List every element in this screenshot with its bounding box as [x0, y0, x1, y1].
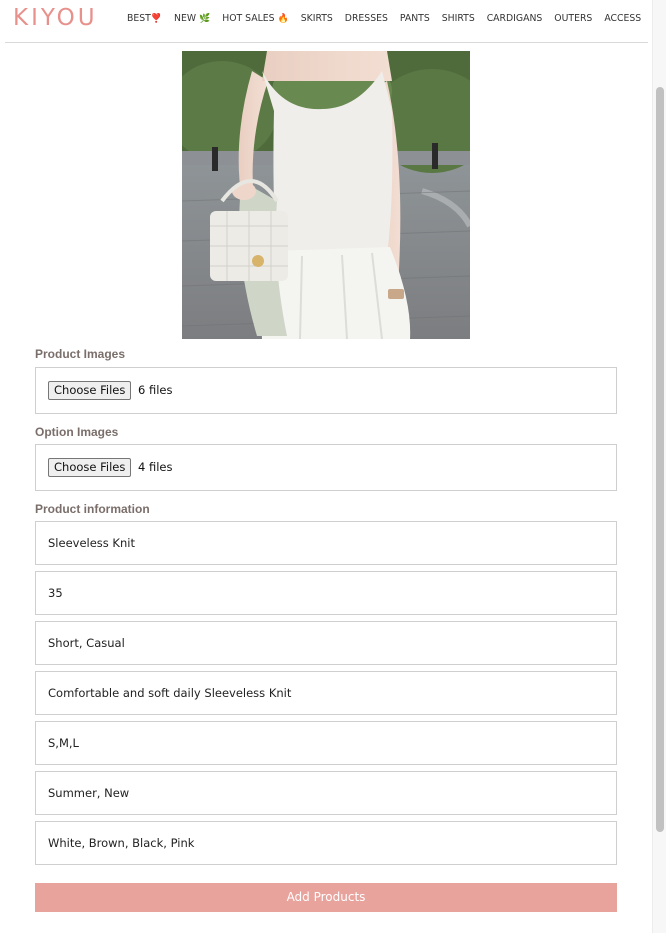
nav-item-dresses[interactable]: DRESSES [345, 13, 388, 24]
site-header: KIYOU BEST❣️ NEW 🌿 HOT SALES 🔥 SKIRTS DR… [0, 0, 652, 42]
herb-icon: 🌿 [199, 14, 211, 24]
product-images-choose-button[interactable]: Choose Files [48, 381, 132, 400]
product-colors-value: White, Brown, Black, Pink [48, 836, 195, 850]
product-price-field[interactable]: 35 [35, 571, 617, 615]
nav-item-hot-sales[interactable]: HOT SALES 🔥 [222, 13, 289, 24]
product-information-label: Product information [35, 502, 150, 516]
option-images-choose-button[interactable]: Choose Files [48, 458, 132, 477]
product-photo-image [182, 51, 470, 339]
product-colors-field[interactable]: White, Brown, Black, Pink [35, 821, 617, 865]
product-sizes-value: S,M,L [48, 736, 79, 750]
header-divider [5, 42, 648, 43]
product-images-label: Product Images [35, 347, 126, 361]
product-tags-value: Short, Casual [48, 636, 125, 650]
nav-item-shirts[interactable]: SHIRTS [442, 13, 475, 24]
product-name-field[interactable]: Sleeveless Knit [35, 521, 617, 565]
product-tags-field[interactable]: Short, Casual [35, 621, 617, 665]
nav-item-best[interactable]: BEST❣️ [127, 13, 162, 24]
product-photo [182, 51, 470, 339]
nav-item-outers[interactable]: OUTERS [554, 13, 592, 24]
option-images-label: Option Images [35, 425, 119, 439]
product-sizes-field[interactable]: S,M,L [35, 721, 617, 765]
nav-item-new[interactable]: NEW 🌿 [174, 13, 210, 24]
product-name-value: Sleeveless Knit [48, 536, 135, 550]
main-nav: BEST❣️ NEW 🌿 HOT SALES 🔥 SKIRTS DRESSES … [127, 13, 641, 27]
heart-exclamation-icon: ❣️ [150, 14, 163, 24]
product-categories-field[interactable]: Summer, New [35, 771, 617, 815]
add-products-button[interactable]: Add Products [35, 883, 617, 912]
nav-item-accessories[interactable]: ACCESSORIES [604, 13, 641, 24]
product-categories-value: Summer, New [48, 786, 130, 800]
nav-item-cardigans[interactable]: CARDIGANS [487, 13, 543, 24]
product-images-file-count: 6 files [138, 383, 173, 397]
product-price-value: 35 [48, 586, 63, 600]
product-description-field[interactable]: Comfortable and soft daily Sleeveless Kn… [35, 671, 617, 715]
fire-icon: 🔥 [277, 14, 289, 24]
product-images-file-input[interactable]: Choose Files 6 files [35, 367, 617, 414]
page-scrollbar-thumb[interactable] [656, 87, 664, 832]
option-images-file-input[interactable]: Choose Files 4 files [35, 444, 617, 491]
nav-item-pants[interactable]: PANTS [400, 13, 430, 24]
nav-item-skirts[interactable]: SKIRTS [301, 13, 333, 24]
option-images-file-count: 4 files [138, 460, 173, 474]
product-description-value: Comfortable and soft daily Sleeveless Kn… [48, 686, 292, 700]
site-logo[interactable]: KIYOU [13, 5, 98, 31]
